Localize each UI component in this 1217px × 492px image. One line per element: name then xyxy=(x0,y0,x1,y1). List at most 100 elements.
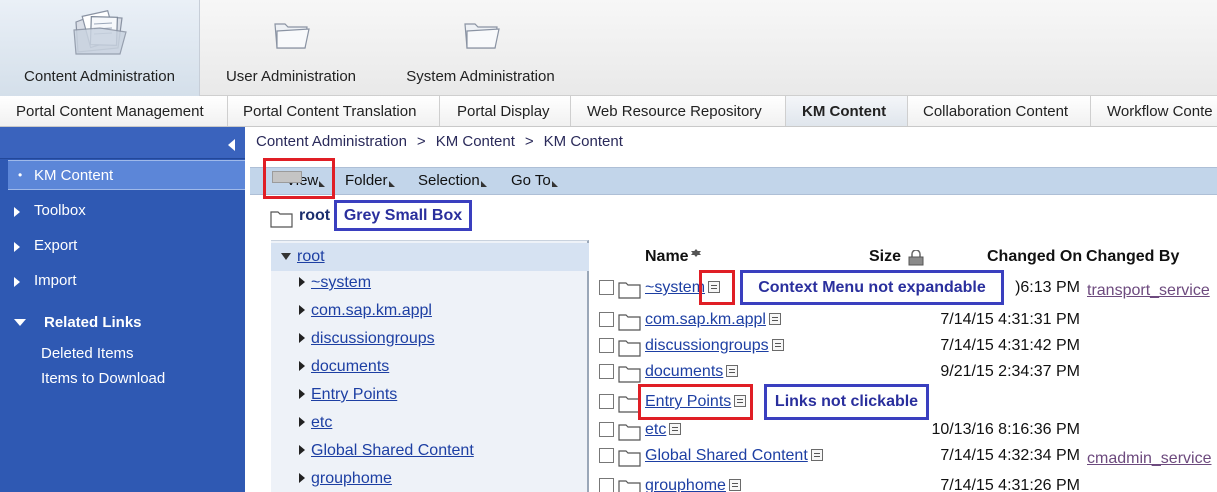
list-row[interactable]: etc 10/13/16 8:16:36 PM xyxy=(590,418,1217,444)
column-header-name[interactable]: Name xyxy=(645,248,701,266)
tab-workflow-content[interactable]: Workflow Conte xyxy=(1091,96,1217,126)
row-name-link[interactable]: etc xyxy=(645,421,666,438)
folder-menu-button[interactable]: Folder xyxy=(345,172,395,189)
nav-item-label: Import xyxy=(34,272,77,289)
tree-item[interactable]: etc xyxy=(311,414,332,432)
list-row[interactable]: com.sap.km.appl 7/14/15 4:31:31 PM xyxy=(590,308,1217,334)
tree-item[interactable]: Global Shared Content xyxy=(311,442,474,460)
collapse-arrow-icon[interactable] xyxy=(281,253,291,260)
row-name-link[interactable]: ~system xyxy=(645,279,705,296)
column-header-label: Size xyxy=(869,248,902,265)
row-changed-by[interactable]: transport_service xyxy=(1087,282,1210,300)
related-links-title: Related Links xyxy=(44,314,142,331)
row-checkbox[interactable] xyxy=(599,338,614,353)
row-checkbox[interactable] xyxy=(599,448,614,463)
context-menu-icon[interactable] xyxy=(771,339,784,351)
nav-item-label: Toolbox xyxy=(34,202,86,219)
column-header-changed-by[interactable]: Changed By xyxy=(1086,248,1179,266)
expand-arrow-icon[interactable] xyxy=(299,333,305,343)
tree-item[interactable]: ~system xyxy=(311,274,371,292)
dropdown-arrow-icon xyxy=(388,175,395,187)
nav-item-import[interactable]: Import xyxy=(0,265,245,300)
goto-menu-button[interactable]: Go To xyxy=(511,172,558,189)
row-changed-on: 9/21/15 2:34:37 PM xyxy=(940,363,1080,380)
context-menu-icon[interactable] xyxy=(669,423,682,435)
row-checkbox[interactable] xyxy=(599,394,614,409)
expand-arrow-icon[interactable] xyxy=(299,417,305,427)
expand-arrow-icon[interactable] xyxy=(299,389,305,399)
context-menu-icon[interactable] xyxy=(768,313,781,325)
row-name[interactable]: com.sap.km.appl xyxy=(645,311,781,329)
related-link-deleted-items[interactable]: Deleted Items xyxy=(41,345,134,362)
tab-portal-display[interactable]: Portal Display xyxy=(440,96,571,126)
row-checkbox[interactable] xyxy=(599,280,614,295)
tree-item[interactable]: discussiongroups xyxy=(311,330,435,348)
row-name[interactable]: documents xyxy=(645,363,739,381)
tree-root-link[interactable]: root xyxy=(297,248,325,266)
row-changed-by[interactable]: cmadmin_service xyxy=(1087,450,1211,468)
nav-item-toolbox[interactable]: Toolbox xyxy=(0,195,245,230)
breadcrumb-item[interactable]: Content Administration xyxy=(256,133,407,150)
folder-icon xyxy=(618,282,641,299)
row-name[interactable]: grouphome xyxy=(645,477,741,492)
tab-portal-content-translation[interactable]: Portal Content Translation xyxy=(228,96,440,126)
row-name-link[interactable]: grouphome xyxy=(645,477,726,492)
row-checkbox[interactable] xyxy=(599,364,614,379)
row-checkbox[interactable] xyxy=(599,478,614,492)
row-name-link[interactable]: documents xyxy=(645,363,723,380)
folder-icon xyxy=(618,424,641,441)
expand-arrow-icon[interactable] xyxy=(299,277,305,287)
row-checkbox[interactable] xyxy=(599,312,614,327)
top-nav-user-administration[interactable]: User Administration xyxy=(200,0,382,96)
dropdown-arrow-icon xyxy=(480,175,487,187)
expand-arrow-icon[interactable] xyxy=(299,361,305,371)
context-menu-icon[interactable] xyxy=(728,479,741,491)
row-name[interactable]: etc xyxy=(645,421,682,439)
row-name-link[interactable]: com.sap.km.appl xyxy=(645,311,766,328)
tree-item[interactable]: Entry Points xyxy=(311,386,397,404)
list-row[interactable]: documents 9/21/15 2:34:37 PM xyxy=(590,360,1217,386)
row-name-link[interactable]: discussiongroups xyxy=(645,337,769,354)
expand-arrow-icon[interactable] xyxy=(299,445,305,455)
row-checkbox[interactable] xyxy=(599,422,614,437)
tree-item[interactable]: com.sap.km.appl xyxy=(311,302,432,320)
list-row[interactable]: discussiongroups 7/14/15 4:31:42 PM xyxy=(590,334,1217,360)
top-nav-content-administration[interactable]: Content Administration xyxy=(0,0,200,96)
collapse-arrow-icon[interactable] xyxy=(228,139,235,151)
breadcrumb-item[interactable]: KM Content xyxy=(436,133,515,150)
folder-icon xyxy=(618,314,641,331)
tab-collaboration-content[interactable]: Collaboration Content xyxy=(908,96,1091,126)
column-header-changed-on[interactable]: Changed On xyxy=(987,248,1082,266)
nav-item-label: KM Content xyxy=(34,167,114,184)
goto-menu-label: Go To xyxy=(511,172,551,189)
tree-item[interactable]: grouphome xyxy=(311,470,392,488)
row-changed-on: 7/14/15 4:31:26 PM xyxy=(940,477,1080,492)
row-name[interactable]: discussiongroups xyxy=(645,337,784,355)
related-link-items-to-download[interactable]: Items to Download xyxy=(41,370,165,387)
tree-root-row[interactable]: root xyxy=(271,243,589,271)
row-name[interactable]: Global Shared Content xyxy=(645,447,823,465)
related-links-header[interactable]: Related Links xyxy=(0,313,245,343)
content-admin-icon xyxy=(72,10,127,55)
selection-menu-button[interactable]: Selection xyxy=(418,172,487,189)
expand-arrow-icon[interactable] xyxy=(299,473,305,483)
nav-item-km-content[interactable]: • KM Content xyxy=(8,160,245,190)
tab-web-resource-repository[interactable]: Web Resource Repository xyxy=(571,96,786,126)
tab-km-content[interactable]: KM Content xyxy=(786,96,908,126)
folder-icon xyxy=(618,340,641,357)
breadcrumb: Content Administration > KM Content > KM Con… xyxy=(256,133,623,150)
expand-arrow-icon[interactable] xyxy=(299,305,305,315)
current-folder-label: root xyxy=(299,207,331,224)
list-row[interactable]: grouphome 7/14/15 4:31:26 PM xyxy=(590,474,1217,492)
nav-item-export[interactable]: Export xyxy=(0,230,245,265)
tab-portal-content-management[interactable]: Portal Content Management xyxy=(0,96,228,126)
column-header-size[interactable]: Size xyxy=(869,248,924,266)
row-name-link[interactable]: Global Shared Content xyxy=(645,447,808,464)
context-menu-icon[interactable] xyxy=(726,365,739,377)
context-menu-icon[interactable] xyxy=(810,449,823,461)
expand-arrow-icon xyxy=(14,277,20,287)
list-row[interactable]: Global Shared Content 7/14/15 4:32:34 PM… xyxy=(590,444,1217,470)
top-nav-system-administration[interactable]: System Administration xyxy=(382,0,579,96)
selection-menu-label: Selection xyxy=(418,172,480,189)
tree-item[interactable]: documents xyxy=(311,358,389,376)
